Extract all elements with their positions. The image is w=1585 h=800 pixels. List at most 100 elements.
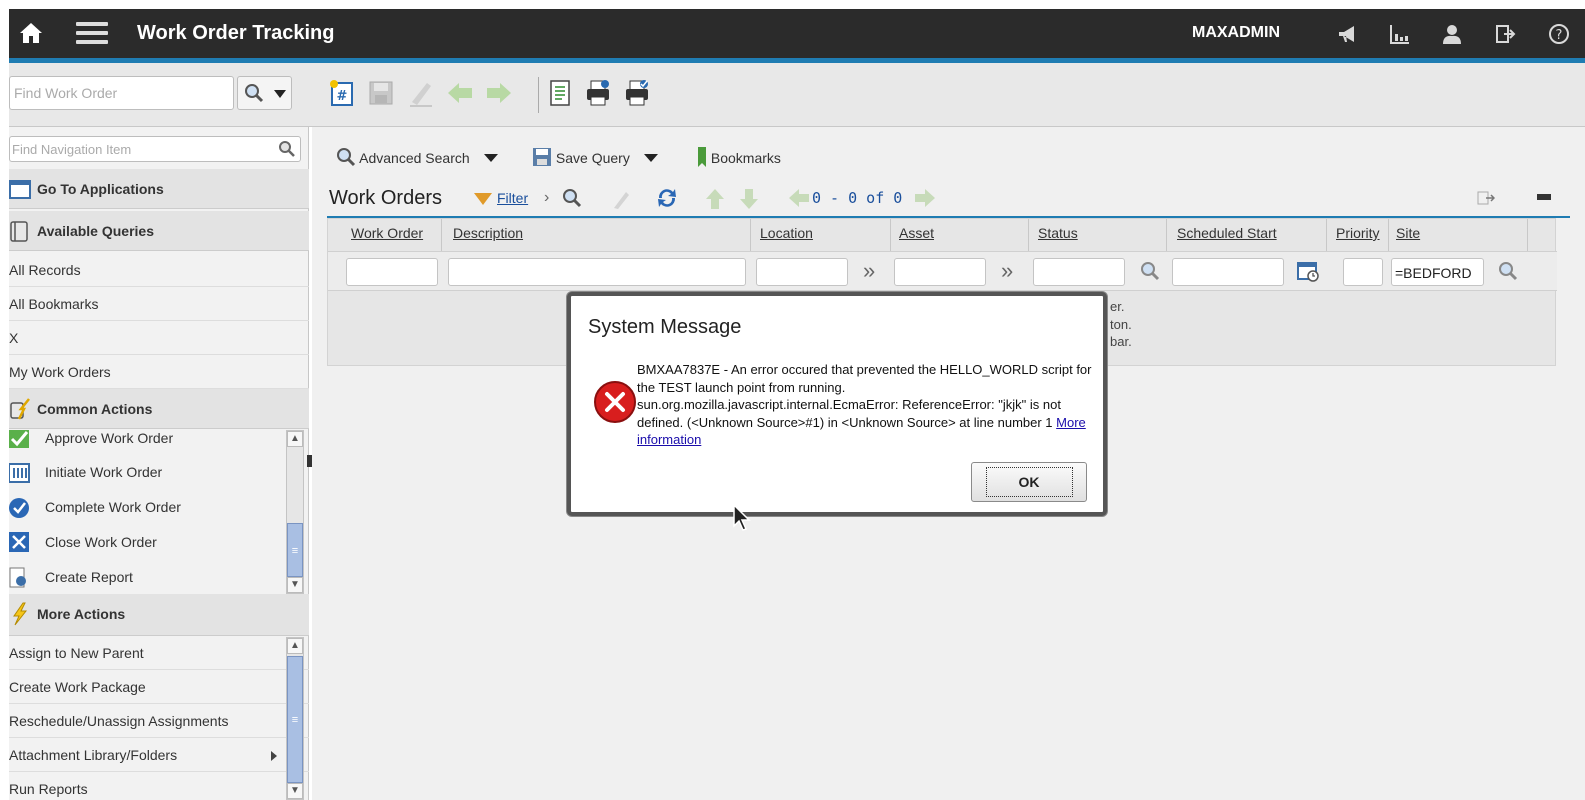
bookmarks-button[interactable]: Bookmarks (697, 147, 781, 167)
user-name[interactable]: MAXADMIN (1192, 24, 1280, 42)
action-approve-work-order[interactable]: Approve Work Order (9, 430, 289, 456)
filter-link[interactable]: Filter (497, 190, 528, 206)
complete-check-icon (9, 498, 29, 518)
query-x[interactable]: X (9, 321, 309, 355)
column-divider (750, 219, 751, 251)
filter-location-input[interactable] (756, 258, 848, 286)
chart-icon[interactable] (1389, 23, 1411, 45)
find-work-order-input[interactable]: Find Work Order (9, 76, 234, 110)
filter-description-input[interactable] (448, 258, 746, 286)
common-actions-header[interactable]: Common Actions (9, 389, 309, 429)
action-close-work-order[interactable]: Close Work Order (9, 526, 289, 560)
scroll-thumb[interactable]: ≡ (287, 656, 303, 783)
refresh-icon[interactable] (655, 186, 679, 210)
minimize-table-icon[interactable] (1537, 194, 1551, 200)
action-initiate-work-order[interactable]: Initiate Work Order (9, 456, 289, 490)
scroll-up-arrow[interactable]: ▲ (287, 638, 303, 654)
logout-icon[interactable] (1495, 23, 1517, 45)
go-to-applications[interactable]: Go To Applications (9, 169, 309, 209)
action-label: Create Report (45, 569, 133, 585)
column-divider (1326, 219, 1327, 251)
col-site[interactable]: Site (1396, 225, 1420, 241)
filter-row: » » =BEDFORD (328, 251, 1557, 291)
scroll-thumb[interactable]: ≡ (287, 523, 303, 577)
common-actions-list: Approve Work Order Initiate Work Order C… (9, 430, 309, 594)
filter-chevron-right-icon[interactable]: › (544, 189, 549, 207)
report-icon[interactable] (546, 78, 574, 108)
scroll-down-arrow[interactable]: ▼ (287, 783, 303, 799)
query-all-bookmarks[interactable]: All Bookmarks (9, 287, 309, 321)
chevron-down-icon[interactable] (483, 153, 498, 163)
filter-site-input[interactable]: =BEDFORD (1391, 258, 1484, 286)
col-scheduled-start[interactable]: Scheduled Start (1177, 225, 1277, 241)
print-icon[interactable] (584, 78, 612, 108)
asset-lookup-chevron-icon[interactable]: » (1001, 258, 1013, 284)
menu-icon[interactable] (76, 22, 108, 46)
print-with-attachments-icon[interactable] (623, 78, 651, 108)
help-icon[interactable]: ? (1548, 23, 1570, 45)
previous-record-icon[interactable] (446, 78, 474, 108)
ok-button[interactable]: OK (971, 462, 1087, 502)
filter-scheduled-start-input[interactable] (1172, 258, 1284, 286)
advanced-search-button[interactable]: Advanced Search (336, 147, 498, 167)
more-action-label: Attachment Library/Folders (9, 747, 178, 763)
query-my-work-orders[interactable]: My Work Orders (9, 355, 309, 389)
col-priority[interactable]: Priority (1336, 225, 1380, 241)
move-down-icon[interactable] (739, 188, 759, 210)
more-actions-list: Assign to New Parent Create Work Package… (9, 636, 309, 800)
clear-filter-icon[interactable] (610, 188, 632, 210)
top-bar: Work Order Tracking MAXADMIN ? (9, 9, 1585, 58)
go-to-applications-label: Go To Applications (37, 181, 164, 197)
clear-changes-icon[interactable] (407, 78, 435, 108)
next-record-icon[interactable] (485, 78, 513, 108)
save-query-button[interactable]: Save Query (532, 147, 658, 167)
more-actions-header[interactable]: More Actions (9, 594, 309, 636)
col-location[interactable]: Location (760, 225, 813, 241)
column-divider (1388, 219, 1389, 251)
filter-priority-input[interactable] (1343, 258, 1383, 286)
magnifier-icon[interactable] (562, 188, 582, 208)
column-divider (441, 219, 442, 251)
site-lookup-magnifier-icon[interactable] (1498, 261, 1518, 281)
next-page-icon[interactable] (914, 188, 936, 208)
find-navigation-item-input[interactable]: Find Navigation Item (9, 136, 301, 162)
more-actions-scrollbar[interactable]: ▲ ≡ ▼ (286, 637, 304, 800)
download-icon[interactable] (1477, 190, 1495, 206)
magnifier-icon[interactable] (278, 140, 296, 158)
navigation-sidebar: Find Navigation Item Go To Applications … (9, 127, 312, 800)
col-work-order[interactable]: Work Order (351, 225, 423, 241)
more-action-assign-parent[interactable]: Assign to New Parent (9, 636, 309, 670)
pagination-count: 0 - 0 of 0 (812, 189, 903, 207)
available-queries-header[interactable]: Available Queries (9, 211, 309, 251)
home-icon[interactable] (19, 21, 43, 45)
filter-asset-input[interactable] (894, 258, 986, 286)
filter-work-order-input[interactable] (346, 258, 438, 286)
partially-hidden-text: er. (1110, 299, 1125, 314)
filter-status-input[interactable] (1033, 258, 1125, 286)
more-action-attachment-library[interactable]: Attachment Library/Folders (9, 738, 309, 772)
action-create-report[interactable]: Create Report (9, 561, 289, 594)
more-action-reschedule[interactable]: Reschedule/Unassign Assignments (9, 704, 309, 738)
more-action-create-work-package[interactable]: Create Work Package (9, 670, 309, 704)
filter-icon[interactable] (474, 193, 492, 205)
col-status[interactable]: Status (1038, 225, 1078, 241)
common-actions-scrollbar[interactable]: ▲ ≡ ▼ (286, 430, 304, 594)
location-lookup-chevron-icon[interactable]: » (863, 258, 875, 284)
megaphone-icon[interactable] (1336, 23, 1358, 45)
more-action-run-reports[interactable]: Run Reports (9, 772, 309, 800)
find-work-order-search-button[interactable] (237, 76, 292, 110)
move-up-icon[interactable] (705, 188, 725, 210)
save-icon[interactable] (367, 78, 395, 108)
status-lookup-magnifier-icon[interactable] (1140, 261, 1160, 281)
action-complete-work-order[interactable]: Complete Work Order (9, 491, 289, 525)
scroll-up-arrow[interactable]: ▲ (287, 431, 303, 447)
chevron-down-icon[interactable] (643, 153, 658, 163)
new-record-icon[interactable]: # (328, 78, 356, 108)
col-description[interactable]: Description (453, 225, 523, 241)
profile-icon[interactable] (1441, 23, 1463, 45)
query-all-records[interactable]: All Records (9, 253, 309, 287)
previous-page-icon[interactable] (788, 188, 810, 208)
scroll-down-arrow[interactable]: ▼ (287, 577, 303, 593)
calendar-icon[interactable] (1296, 259, 1320, 283)
col-asset[interactable]: Asset (899, 225, 934, 241)
